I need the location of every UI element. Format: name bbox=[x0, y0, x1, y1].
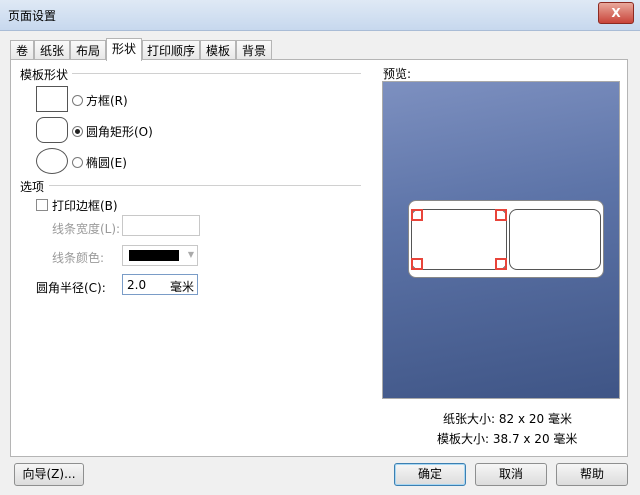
group-divider bbox=[49, 185, 361, 186]
close-button[interactable]: X bbox=[598, 2, 634, 24]
chevron-down-icon: ▼ bbox=[187, 250, 194, 259]
corner-marker bbox=[411, 258, 423, 270]
group-divider bbox=[71, 73, 361, 74]
ellipse-shape-preview bbox=[36, 148, 68, 174]
corner-marker bbox=[495, 209, 507, 221]
line-color-select[interactable]: ▼ bbox=[122, 245, 198, 266]
title-bar: 页面设置 X bbox=[0, 0, 640, 31]
corner-marker bbox=[495, 258, 507, 270]
tab-shape[interactable]: 形状 bbox=[106, 38, 142, 61]
paper-size-text: 纸张大小: 82 x 20 毫米 bbox=[443, 412, 572, 426]
tab-background[interactable]: 背景 bbox=[236, 40, 272, 60]
tab-roll[interactable]: 卷 bbox=[10, 40, 34, 60]
tab-print-order[interactable]: 打印顺序 bbox=[142, 40, 200, 60]
corner-radius-input[interactable]: 2.0 毫米 bbox=[122, 274, 198, 295]
label-template-2 bbox=[509, 209, 601, 270]
preview-title: 预览: bbox=[383, 67, 412, 81]
template-size-text: 模板大小: 38.7 x 20 毫米 bbox=[437, 432, 578, 446]
help-button[interactable]: 帮助 bbox=[556, 463, 628, 486]
corner-marker bbox=[411, 209, 423, 221]
cancel-button[interactable]: 取消 bbox=[475, 463, 547, 486]
ok-button[interactable]: 确定 bbox=[394, 463, 466, 486]
box-shape-preview bbox=[36, 86, 68, 112]
corner-radius-unit: 毫米 bbox=[170, 280, 195, 294]
options-group-title: 选项 bbox=[20, 178, 49, 195]
wizard-button[interactable]: 向导(Z)... bbox=[14, 463, 84, 486]
line-width-label: 线条宽度(L): bbox=[52, 222, 121, 236]
box-radio[interactable] bbox=[72, 95, 83, 106]
color-swatch bbox=[129, 250, 179, 261]
box-radio-label: 方框(R) bbox=[86, 94, 128, 108]
tab-paper[interactable]: 纸张 bbox=[34, 40, 70, 60]
rounded-rect-shape-preview bbox=[36, 117, 68, 143]
rounded-rect-radio[interactable] bbox=[72, 126, 83, 137]
print-border-checkbox[interactable] bbox=[36, 199, 48, 211]
rounded-rect-radio-label: 圆角矩形(O) bbox=[86, 125, 153, 139]
ellipse-radio[interactable] bbox=[72, 157, 83, 168]
line-color-label: 线条颜色: bbox=[52, 251, 105, 265]
window-title: 页面设置 bbox=[8, 9, 57, 23]
shape-tab-panel: 模板形状 方框(R) 圆角矩形(O) 椭圆(E) 选项 打印边框(B) 线条宽度… bbox=[10, 59, 628, 457]
tab-template[interactable]: 模板 bbox=[200, 40, 236, 60]
template-shape-group-title: 模板形状 bbox=[20, 66, 73, 83]
corner-radius-label: 圆角半径(C): bbox=[36, 281, 106, 295]
ellipse-radio-label: 椭圆(E) bbox=[86, 156, 127, 170]
tab-layout[interactable]: 布局 bbox=[70, 40, 106, 60]
label-template-1 bbox=[411, 209, 507, 270]
line-width-input[interactable] bbox=[122, 215, 200, 236]
print-border-label: 打印边框(B) bbox=[52, 199, 118, 213]
corner-radius-value: 2.0 bbox=[127, 278, 147, 292]
preview-canvas bbox=[382, 81, 620, 399]
